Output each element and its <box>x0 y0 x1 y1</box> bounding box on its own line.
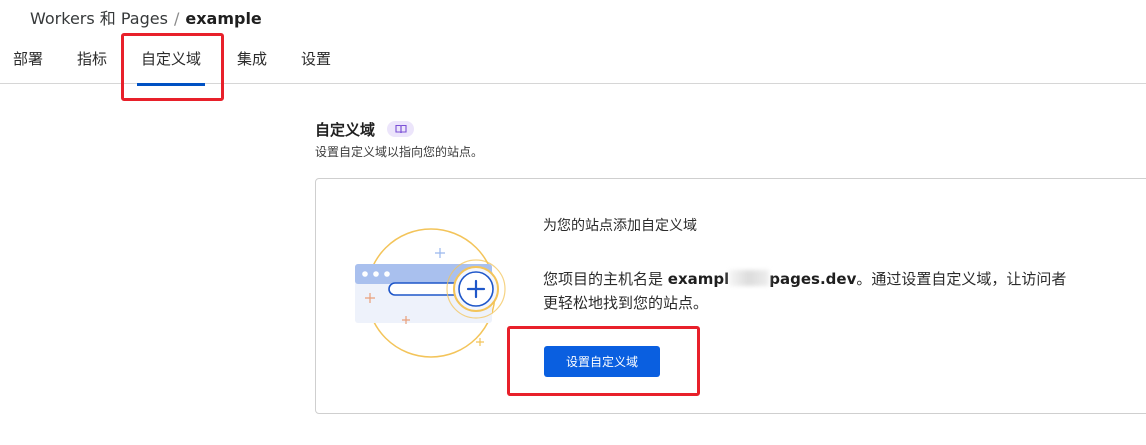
tab-settings[interactable]: 设置 <box>301 48 331 69</box>
tab-metrics[interactable]: 指标 <box>77 48 107 69</box>
card-description: 您项目的主机名是 exampl pages.dev。通过设置自定义域，让访问者更轻… <box>543 267 1073 315</box>
tab-custom-domains[interactable]: 自定义域 <box>136 48 206 86</box>
book-icon <box>394 124 407 134</box>
breadcrumb-parent[interactable]: Workers 和 Pages <box>30 9 168 28</box>
section-title: 自定义域 <box>315 121 376 139</box>
browser-add-domain-icon <box>355 228 506 358</box>
redacted-hostname <box>729 270 770 286</box>
setup-custom-domain-button[interactable]: 设置自定义域 <box>544 346 660 377</box>
desc-prefix: 您项目的主机名是 <box>543 270 668 288</box>
tab-integrations[interactable]: 集成 <box>237 48 267 69</box>
tab-bar: 部署 指标 自定义域 集成 设置 <box>0 38 1146 86</box>
breadcrumb-current: example <box>185 9 262 28</box>
tab-deployments[interactable]: 部署 <box>13 48 43 69</box>
breadcrumb-separator: / <box>173 9 180 28</box>
breadcrumb: Workers 和 Pages / example <box>30 5 262 29</box>
section-subtitle: 设置自定义域以指向您的站点。 <box>315 145 484 159</box>
docs-badge[interactable] <box>387 121 414 137</box>
hostname-end: pages.dev <box>769 270 857 288</box>
hostname-start: exampl <box>667 270 730 288</box>
card-title: 为您的站点添加自定义域 <box>543 218 697 234</box>
